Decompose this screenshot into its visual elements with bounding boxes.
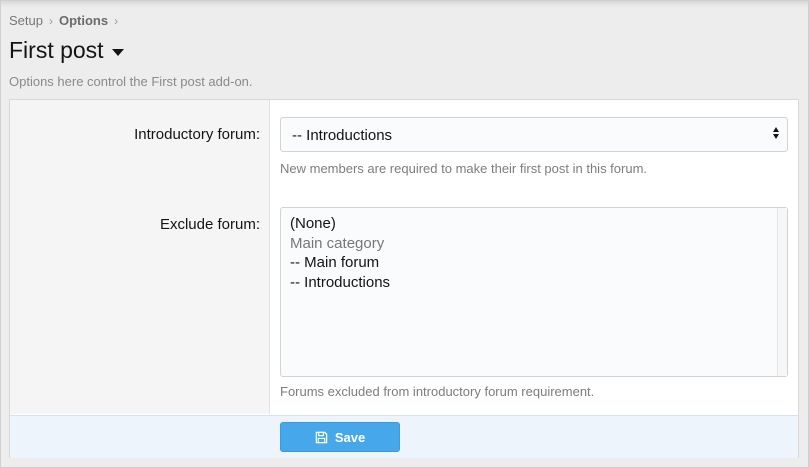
introductory-forum-select[interactable]: -- Introductions <box>280 117 788 152</box>
exclude-option-main-forum[interactable]: -- Main forum <box>290 253 778 273</box>
exclude-option-introductions[interactable]: -- Introductions <box>290 273 778 293</box>
exclude-option-none[interactable]: (None) <box>290 214 778 234</box>
introductory-forum-hint: New members are required to make their f… <box>280 161 648 176</box>
exclude-forum-listbox[interactable]: (None) Main category -- Main forum -- In… <box>280 207 788 377</box>
top-shadow <box>1 1 808 7</box>
exclude-option-group-main-category: Main category <box>290 234 385 252</box>
page-description: Options here control the First post add-… <box>9 74 253 89</box>
introductory-forum-selected-value: -- Introductions <box>292 127 393 144</box>
save-button-label: Save <box>334 429 366 445</box>
page-title-menu[interactable]: First post <box>9 37 124 64</box>
window: Setup › Options › First post Options her… <box>0 0 809 468</box>
breadcrumb-options[interactable]: Options <box>59 13 108 28</box>
listbox-scrollbar[interactable] <box>777 208 787 376</box>
exclude-forum-label: Exclude forum: <box>159 216 260 233</box>
options-form: Introductory forum: -- Introductions New… <box>9 99 799 458</box>
chevron-right-icon: › <box>48 13 53 28</box>
label-column <box>10 100 270 414</box>
page-title: First post <box>9 37 104 63</box>
caret-down-icon <box>111 48 124 56</box>
floppy-disk-icon <box>315 431 328 443</box>
breadcrumb-setup[interactable]: Setup <box>9 13 43 28</box>
form-footer: Save <box>10 415 798 458</box>
exclude-forum-hint: Forums excluded from introductory forum … <box>280 384 595 399</box>
save-button[interactable]: Save <box>280 422 400 452</box>
select-arrows-icon <box>773 127 779 139</box>
chevron-right-icon: › <box>114 13 119 28</box>
breadcrumb: Setup › Options › <box>9 13 118 28</box>
introductory-forum-label: Introductory forum: <box>134 126 260 143</box>
